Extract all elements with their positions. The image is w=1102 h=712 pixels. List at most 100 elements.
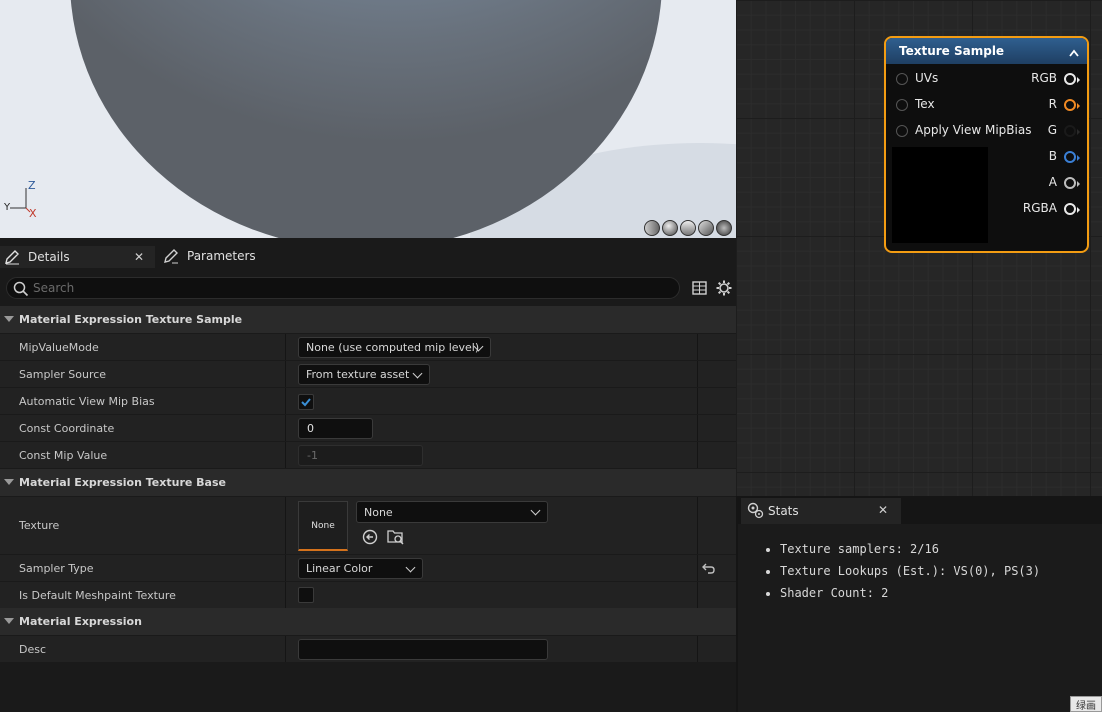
- r-pin-label: R: [1048, 97, 1057, 111]
- search-input[interactable]: Search: [6, 277, 680, 299]
- category-texture-sample[interactable]: Material Expression Texture Sample: [0, 306, 736, 333]
- stats-panel: Texture samplers: 2/16 Texture Lookups (…: [738, 524, 1102, 712]
- tab-stats-label: Stats: [768, 504, 799, 518]
- apply-view-mipbias-input-pin[interactable]: [896, 125, 908, 137]
- browse-asset-icon[interactable]: [387, 528, 405, 548]
- preview-sphere: [0, 0, 736, 238]
- chevron-down-icon: [405, 562, 416, 573]
- category-texture-sample-label: Material Expression Texture Sample: [19, 313, 243, 326]
- property-row-sampler-type: Sampler Type Linear Color: [0, 554, 736, 581]
- property-row-const-coordinate: Const Coordinate 0: [0, 414, 736, 441]
- use-selected-asset-icon[interactable]: [362, 529, 378, 548]
- category-texture-base-label: Material Expression Texture Base: [19, 476, 226, 489]
- auto-view-mip-bias-checkbox[interactable]: [298, 394, 314, 410]
- table-view-icon[interactable]: [692, 281, 707, 298]
- tex-pin-label: Tex: [915, 97, 935, 111]
- checkmark-icon: [301, 398, 311, 407]
- chevron-down-icon: [530, 505, 541, 516]
- preview-sphere-button[interactable]: [662, 220, 678, 236]
- uvs-input-pin[interactable]: [896, 73, 908, 85]
- material-preview-viewport[interactable]: Z Y X: [0, 0, 736, 238]
- property-row-mipvaluemode: MipValueMode None (use computed mip leve…: [0, 333, 736, 360]
- reset-to-default-icon[interactable]: [702, 561, 716, 578]
- collapse-icon[interactable]: [1069, 46, 1079, 60]
- rgba-output-pin[interactable]: [1064, 203, 1080, 215]
- node-title: Texture Sample: [899, 44, 1005, 58]
- property-label: Const Coordinate: [19, 422, 115, 435]
- rgb-pin-label: RGB: [1031, 71, 1057, 85]
- dropdown-value: From texture asset: [306, 368, 410, 381]
- a-output-pin[interactable]: [1064, 177, 1080, 189]
- search-placeholder: Search: [33, 281, 75, 295]
- g-pin-label: G: [1047, 123, 1057, 137]
- stats-line: Texture samplers: 2/16: [780, 542, 1040, 564]
- rgba-pin-label: RGBA: [1022, 201, 1057, 215]
- category-material-expression-label: Material Expression: [19, 615, 142, 628]
- axis-gizmo: Z Y X: [4, 179, 37, 220]
- property-row-sampler-source: Sampler Source From texture asset: [0, 360, 736, 387]
- dropdown-value: None: [364, 505, 393, 519]
- texture-asset-picker[interactable]: None: [356, 501, 548, 523]
- search-icon: [13, 281, 29, 300]
- mipvaluemode-dropdown[interactable]: None (use computed mip level): [298, 337, 491, 358]
- tex-input-pin[interactable]: [896, 99, 908, 111]
- uvs-pin-label: UVs: [915, 71, 939, 85]
- sampler-source-dropdown[interactable]: From texture asset: [298, 364, 430, 385]
- axis-z-label: Z: [28, 179, 36, 192]
- details-panel: Material Expression Texture Sample MipVa…: [0, 306, 736, 712]
- is-default-meshpaint-checkbox[interactable]: [298, 587, 314, 603]
- property-label: Desc: [19, 643, 47, 656]
- ime-indicator: 绿画: [1070, 696, 1102, 712]
- tab-parameters-label: Parameters: [187, 249, 256, 263]
- axis-x-label: X: [29, 207, 37, 220]
- property-row-desc: Desc: [0, 635, 736, 662]
- tab-parameters[interactable]: Parameters: [163, 244, 256, 268]
- property-row-texture: Texture None None: [0, 496, 736, 554]
- b-output-pin[interactable]: [1064, 151, 1080, 163]
- sampler-type-dropdown[interactable]: Linear Color: [298, 558, 423, 579]
- stats-icon: [747, 502, 764, 522]
- rgb-output-pin[interactable]: [1064, 73, 1080, 85]
- axis-y-label: Y: [4, 202, 11, 213]
- stats-line: Texture Lookups (Est.): VS(0), PS(3): [780, 564, 1040, 586]
- dropdown-value: Linear Color: [306, 562, 373, 575]
- close-icon[interactable]: ✕: [878, 503, 888, 517]
- node-header[interactable]: Texture Sample: [886, 38, 1087, 64]
- const-coordinate-input[interactable]: 0: [298, 418, 373, 439]
- a-pin-label: A: [1048, 175, 1057, 189]
- property-label: MipValueMode: [19, 341, 99, 354]
- property-label: Texture: [19, 519, 60, 532]
- chevron-down-icon: [412, 368, 423, 379]
- r-output-pin[interactable]: [1064, 99, 1080, 111]
- g-output-pin[interactable]: [1064, 125, 1080, 137]
- category-material-expression[interactable]: Material Expression: [0, 608, 736, 635]
- const-mip-value-input: -1: [298, 445, 423, 466]
- preview-cube-button[interactable]: [698, 220, 714, 236]
- apply-view-mipbias-pin-label: Apply View MipBias: [915, 123, 1032, 137]
- tab-stats[interactable]: Stats ✕: [741, 498, 901, 524]
- close-icon[interactable]: ✕: [134, 250, 144, 264]
- category-texture-base[interactable]: Material Expression Texture Base: [0, 469, 736, 496]
- texture-sample-node[interactable]: Texture Sample UVs Tex Apply View MipBia…: [884, 36, 1089, 253]
- property-row-const-mip-value: Const Mip Value -1: [0, 441, 736, 468]
- pencil-icon: [4, 249, 20, 265]
- tab-details[interactable]: Details ✕: [0, 244, 155, 268]
- dropdown-value: None (use computed mip level): [306, 341, 480, 354]
- property-row-auto-view-mip-bias: Automatic View Mip Bias: [0, 387, 736, 414]
- stats-line: Shader Count: 2: [780, 586, 1040, 608]
- preview-cylinder-button[interactable]: [644, 220, 660, 236]
- property-label: Sampler Source: [19, 368, 107, 381]
- collapse-arrow-icon: [4, 479, 14, 485]
- property-label: Const Mip Value: [19, 449, 108, 462]
- collapse-arrow-icon: [4, 316, 14, 322]
- texture-thumbnail[interactable]: None: [298, 501, 348, 551]
- desc-input[interactable]: [298, 639, 548, 660]
- tab-details-label: Details: [28, 250, 70, 264]
- property-label: Automatic View Mip Bias: [19, 395, 155, 408]
- preview-plane-button[interactable]: [680, 220, 696, 236]
- property-label: Sampler Type: [19, 562, 94, 575]
- pencil-list-icon: [163, 248, 179, 264]
- texture-preview-thumbnail: [892, 147, 988, 243]
- preview-mesh-button[interactable]: [716, 220, 732, 236]
- gear-icon[interactable]: [716, 280, 732, 299]
